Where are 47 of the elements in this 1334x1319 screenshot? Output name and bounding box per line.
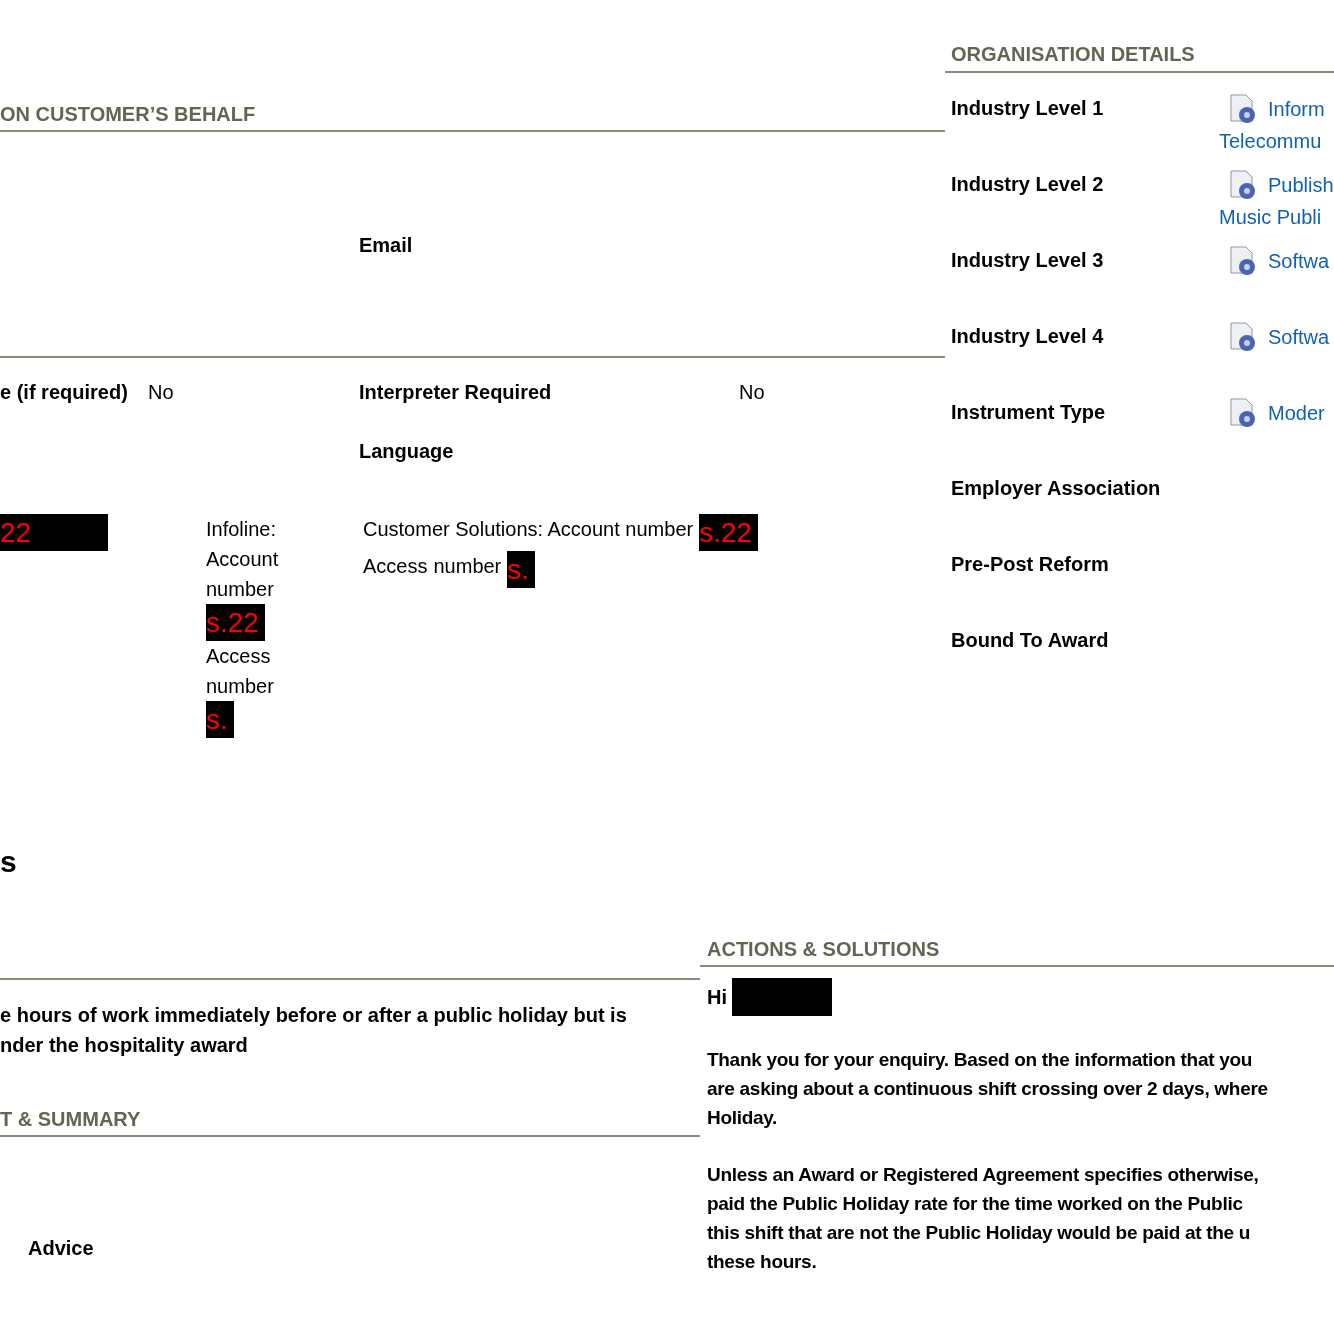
field-label: Instrument Type (950, 400, 1107, 425)
reply-text: are asking about a continuous shift crossing over 2 days, where (707, 1077, 1269, 1101)
field-label: Language (359, 440, 454, 462)
field-label: Bound To Award (950, 628, 1110, 653)
field-label: e (if required) (0, 380, 129, 405)
reply-text: Unless an Award or Registered Agreement specifies otherwise, (707, 1163, 1260, 1187)
contact-text: Customer Solutions: Account number (363, 518, 694, 540)
enquiry-text: e hours of work immediately before or after a public holiday but is (0, 1003, 628, 1028)
lookup-link[interactable]: Telecommu (1219, 125, 1334, 157)
reply-text: Thank you for your enquiry. Based on the information that you (707, 1048, 1254, 1072)
field-label: Industry Level 3 (950, 248, 1105, 273)
field-label: Interpreter Required (359, 380, 553, 405)
reply-text: paid the Public Holiday rate for the time worked on the Public (707, 1192, 1244, 1216)
greeting-text: Hi (707, 985, 727, 1010)
contact-text: Access (363, 555, 428, 577)
redaction-mark: s.22 (206, 604, 265, 641)
field-value: No (739, 380, 765, 405)
section-title: s (0, 844, 18, 880)
section-heading: ORGANISATION DETAILS (951, 42, 1196, 67)
lookup-link[interactable]: Softwa (1268, 246, 1330, 276)
reply-text: these hours. (707, 1250, 818, 1274)
contact-text: number (433, 555, 502, 577)
lookup-link[interactable]: Music Publi (1219, 201, 1334, 233)
field-value: Advice (28, 1237, 94, 1259)
lookup-link[interactable]: Inform (1268, 94, 1325, 124)
lookup-link[interactable]: Publish (1268, 170, 1334, 200)
field-value: No (148, 380, 175, 405)
reply-text: Holiday. (707, 1106, 779, 1130)
field-label: Industry Level 2 (950, 172, 1105, 197)
redaction-mark: 22 (0, 514, 108, 551)
contact-text: Infoline: Account number (206, 517, 280, 602)
redaction-mark: s. (206, 701, 234, 738)
section-heading: ON CUSTOMER’S BEHALF (0, 102, 257, 127)
field-label: Industry Level 4 (950, 324, 1105, 349)
field-label: Employer Association (950, 476, 1162, 501)
reply-text: this shift that are not the Public Holiday would be paid at the u (707, 1221, 1252, 1245)
field-label: Pre-Post Reform (950, 552, 1110, 577)
lookup-link[interactable]: Softwa (1268, 322, 1330, 352)
redaction-mark: s.22 (699, 514, 759, 551)
contact-text: Access number (206, 644, 275, 699)
field-label: Industry Level 1 (950, 96, 1105, 121)
field-label: Email (359, 234, 413, 256)
redaction-mark: s. (507, 551, 536, 588)
lookup-link[interactable]: Moder (1268, 398, 1325, 428)
section-heading: T & SUMMARY (0, 1107, 142, 1132)
enquiry-text: nder the hospitality award (0, 1033, 249, 1058)
section-heading: ACTIONS & SOLUTIONS (707, 937, 941, 962)
